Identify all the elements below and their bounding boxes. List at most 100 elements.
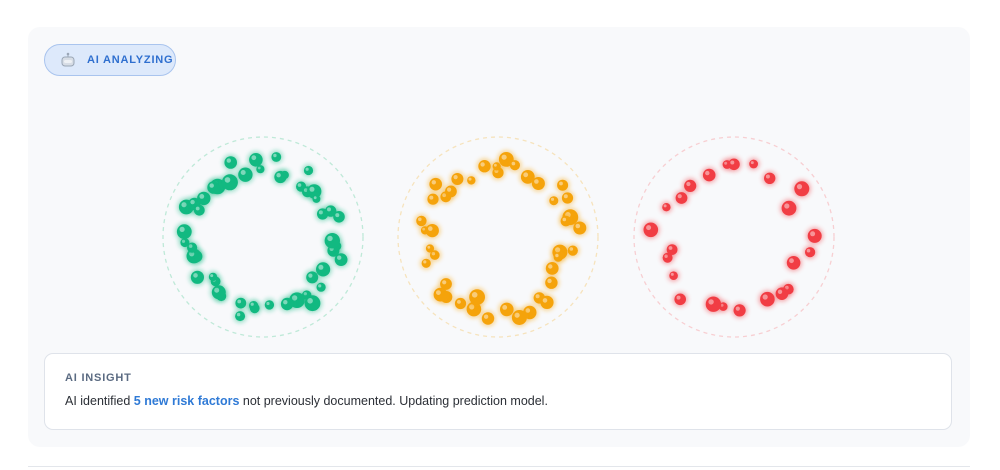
particle-highlight <box>313 196 317 200</box>
particle <box>221 174 238 191</box>
particle <box>781 200 797 216</box>
particle-highlight <box>337 255 342 260</box>
particle-highlight <box>762 294 768 300</box>
particle-highlight <box>427 245 431 249</box>
particle-highlight <box>266 301 270 306</box>
particle <box>304 295 321 312</box>
particle <box>280 297 294 311</box>
particle-highlight <box>471 292 478 298</box>
particle <box>425 224 439 238</box>
particle <box>805 247 816 258</box>
particle <box>208 272 218 282</box>
particle <box>749 159 758 169</box>
particle <box>560 215 572 227</box>
particle <box>454 297 467 310</box>
particle-highlight <box>663 204 667 208</box>
particle <box>666 244 678 255</box>
particle-highlight <box>457 300 461 304</box>
robot-icon <box>59 51 77 69</box>
particle-highlight <box>664 254 668 258</box>
particle <box>207 181 220 194</box>
particle-highlight <box>810 231 816 237</box>
particle-highlight <box>181 202 187 208</box>
particle <box>573 221 587 235</box>
particle-highlight <box>686 181 691 187</box>
particle <box>425 244 435 253</box>
bottom-divider <box>28 466 970 467</box>
ai-analysis-panel: AI ANALYZING AI INSIGHT AI identified 5 … <box>28 27 970 447</box>
particle <box>224 156 237 169</box>
particle <box>303 165 314 176</box>
particle <box>416 215 427 227</box>
particle <box>238 167 253 182</box>
particle-highlight <box>796 184 803 190</box>
particle-highlight <box>309 186 315 192</box>
particle-highlight <box>190 199 195 205</box>
particle <box>176 224 192 240</box>
particle <box>728 158 740 171</box>
particle <box>549 196 559 206</box>
particle-highlight <box>428 226 433 231</box>
particle-highlight <box>676 295 681 300</box>
particle <box>306 271 319 284</box>
particle-highlight <box>777 289 783 294</box>
particle <box>764 172 776 184</box>
particle-highlight <box>480 162 485 167</box>
particle <box>567 245 578 256</box>
particle-highlight <box>730 160 735 165</box>
particle-highlight <box>307 298 313 304</box>
particle-highlight <box>195 206 200 211</box>
insight-text-after: not previously documented. Updating pred… <box>239 394 548 408</box>
particle <box>235 297 247 309</box>
insight-text: AI identified 5 new risk factors not pre… <box>65 394 931 408</box>
particle <box>786 256 801 270</box>
particle-highlight <box>418 217 422 222</box>
particle <box>190 270 204 284</box>
particle <box>760 291 775 307</box>
particle <box>235 311 246 322</box>
particle-highlight <box>765 174 770 179</box>
particle <box>249 153 263 167</box>
particle-highlight <box>501 154 507 160</box>
particle-highlight <box>318 284 322 288</box>
particle <box>540 295 554 309</box>
particle-highlight <box>251 155 257 161</box>
particle-highlight <box>199 194 205 199</box>
particle <box>509 160 520 171</box>
particle <box>469 289 485 305</box>
particle <box>445 185 457 198</box>
particle <box>249 301 259 311</box>
particle-highlight <box>453 175 458 180</box>
particle-highlight <box>273 153 277 158</box>
particle-highlight <box>429 195 434 200</box>
particle <box>429 177 443 191</box>
particle <box>500 302 514 317</box>
particle <box>271 152 282 162</box>
particle-highlight <box>806 248 811 253</box>
particle <box>775 287 789 300</box>
particle-highlight <box>236 312 241 317</box>
particle-highlight <box>276 173 281 178</box>
particle-highlight <box>677 194 682 199</box>
risk-factors-highlight[interactable]: 5 new risk factors <box>134 394 240 408</box>
particle <box>662 203 671 212</box>
particle <box>561 192 574 204</box>
particle <box>557 179 569 191</box>
particle-highlight <box>511 161 516 166</box>
particle <box>675 192 688 204</box>
particle <box>643 222 659 238</box>
particle-highlight <box>283 300 288 305</box>
green-cluster <box>162 136 364 338</box>
particle-highlight <box>559 181 563 186</box>
particle <box>669 271 678 280</box>
particle-highlight <box>224 177 231 183</box>
particle <box>545 276 558 289</box>
particle-highlight <box>502 305 508 310</box>
particle-highlight <box>442 280 447 285</box>
particle-highlight <box>297 183 302 187</box>
particle-highlight <box>535 294 540 299</box>
particle-highlight <box>670 272 674 276</box>
particle-highlight <box>483 314 489 319</box>
particle-highlight <box>214 287 220 293</box>
particle-highlight <box>335 213 340 218</box>
